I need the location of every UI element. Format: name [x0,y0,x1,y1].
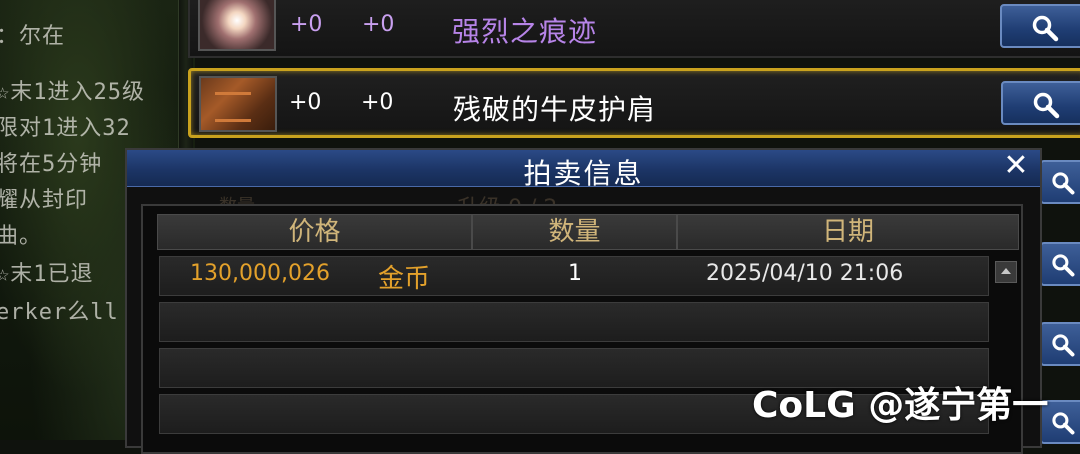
column-header-date: 日期 [677,214,1019,250]
dialog-title-bar[interactable]: 拍卖信息 ✕ [127,148,1040,190]
watermark: CoLG @遂宁第一 [752,376,1048,428]
column-header-quantity: 数量 [472,214,677,250]
refine-level: +0 [361,90,394,115]
chat-line: 耀从封印 [0,188,89,213]
search-button[interactable] [1000,4,1080,48]
enhance-level: +0 [290,12,323,37]
search-button[interactable] [1040,322,1080,366]
chat-line: ☆末1已退 [0,262,94,287]
table-row[interactable]: 130,000,026 金币 1 2025/04/10 21:06 [159,256,989,296]
magnifier-icon [1052,334,1075,357]
magnifier-icon [1052,254,1075,277]
magnifier-icon [1052,172,1075,195]
enhance-level: +0 [289,90,322,115]
chat-line: ☆末1进入25级 [0,80,145,105]
colg-logo: CoLG [752,385,856,426]
item-name: 残破的牛皮护肩 [453,93,657,126]
column-header-price: 价格 [157,214,472,250]
dialog-title: 拍卖信息 [523,157,644,190]
table-row[interactable] [159,302,989,342]
pauldron-icon [199,76,277,132]
chat-line: ：尔在 [0,24,66,49]
refine-level: +0 [362,12,395,37]
search-button[interactable] [1040,242,1080,286]
chat-line: 将在5分钟 [0,152,103,177]
search-button[interactable] [1001,81,1080,125]
scroll-up-button[interactable] [995,261,1017,283]
magnifier-icon [1032,15,1059,42]
burst-icon [198,0,276,51]
chat-line: 曲。 [0,224,43,249]
search-button[interactable] [1040,160,1080,204]
currency-label: 金币 [378,264,431,294]
quantity-value: 1 [568,261,582,286]
close-button[interactable]: ✕ [999,148,1033,183]
magnifier-icon [1033,92,1060,119]
watermark-handle: @遂宁第一 [868,385,1049,426]
item-name: 强烈之痕迹 [452,15,598,48]
item-row[interactable]: +0 +0 强烈之痕迹 [188,0,1080,58]
price-value: 130,000,026 [190,261,330,286]
item-row-selected[interactable]: +0 +0 残破的牛皮护肩 [188,68,1080,138]
magnifier-icon [1052,412,1075,435]
date-value: 2025/04/10 21:06 [706,261,904,286]
chat-line: erker么ll [0,300,119,325]
chat-line: 限对1进入32 [0,116,131,141]
